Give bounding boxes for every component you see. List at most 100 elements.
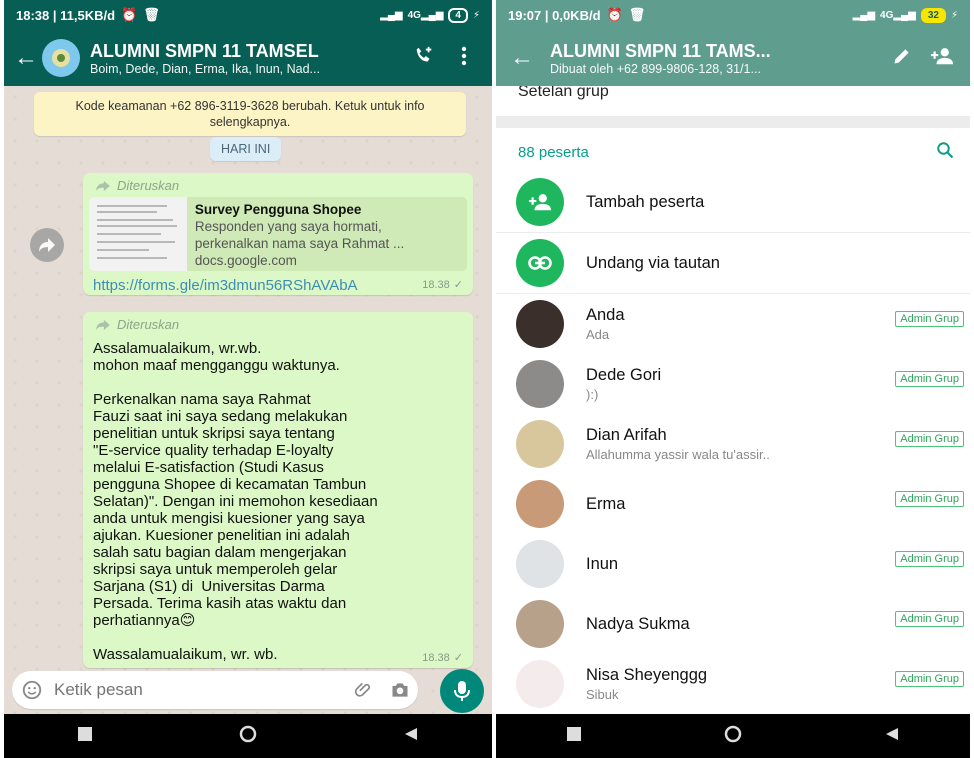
message-input[interactable]: [52, 679, 346, 701]
form-link[interactable]: https://forms.gle/im3dmun56RShAVAbA: [83, 271, 473, 294]
avatar: [516, 420, 564, 468]
admin-badge: Admin Grup: [895, 371, 964, 387]
group-info-screen: 19:07 | 0,0KB/d ⏰ 🗑 ▂▄▆ 4G▂▄▆ 32 ⚡ ← ALU…: [496, 0, 970, 758]
preview-description: Responden yang saya hormati,: [194, 219, 382, 234]
preview-description: perkenalkan nama saya Rahmat ...: [194, 236, 405, 251]
participants-header: 88 peserta: [496, 132, 970, 172]
participant-row[interactable]: Nadya Sukma Admin Grup: [496, 594, 970, 654]
share-icon[interactable]: [30, 228, 64, 262]
recents-button[interactable]: [567, 726, 582, 746]
status-bar: 18:38 | 11,5KB/d ⏰ 🗑 ▂▄▆ 4G▂▄▆ 4 ⚡: [4, 0, 492, 30]
lte-signal-icon: 4G▂▄▆: [880, 9, 916, 21]
status-time: 18:38 | 11,5KB/d: [16, 7, 116, 23]
trash-icon: 🗑: [628, 7, 646, 22]
message-bubble[interactable]: Diteruskan Survey Pengguna Shopee Respon…: [83, 173, 473, 295]
security-notice[interactable]: Kode keamanan +62 896-3119-3628 berubah.…: [34, 92, 466, 136]
participant-row[interactable]: Anda Ada Admin Grup: [496, 294, 970, 354]
group-avatar[interactable]: [42, 39, 80, 77]
group-info-header: ← ALUMNI SMPN 11 TAMS... Dibuat oleh +62…: [496, 30, 970, 86]
action-label: Tambah peserta: [586, 192, 705, 211]
participant-row[interactable]: Dian Arifah Allahumma yassir wala tu'assi…: [496, 414, 970, 474]
chat-area[interactable]: Kode keamanan +62 896-3119-3628 berubah.…: [4, 86, 492, 714]
attach-icon[interactable]: [346, 680, 382, 700]
more-options-icon[interactable]: [444, 46, 484, 71]
participant-row[interactable]: Nisa Sheyenggg Sibuk Admin Grup: [496, 654, 970, 714]
message-time: 18.38 ✓: [422, 278, 463, 292]
chat-screen: 18:38 | 11,5KB/d ⏰ 🗑 ▂▄▆ 4G▂▄▆ 4 ⚡ ← ALU…: [4, 0, 492, 758]
back-button[interactable]: [885, 727, 899, 746]
add-call-icon[interactable]: [404, 45, 444, 72]
sent-check-icon: ✓: [453, 652, 463, 664]
signal-icon: ▂▄▆: [380, 9, 403, 21]
signal-icon: ▂▄▆: [852, 9, 876, 21]
battery-icon: 32: [920, 7, 946, 23]
group-creator: Dibuat oleh +62 899-9806-128, 31/1...: [550, 61, 761, 76]
admin-badge: Admin Grup: [895, 611, 964, 627]
avatar: [516, 600, 564, 648]
admin-badge: Admin Grup: [895, 431, 964, 447]
forwarded-label: Diteruskan: [83, 312, 473, 332]
chat-header: ← ALUMNI SMPN 11 TAMSEL Boim, Dede, Dian…: [4, 30, 492, 86]
alarm-icon: ⏰: [606, 7, 623, 22]
mic-icon: [454, 681, 470, 701]
admin-badge: Admin Grup: [895, 671, 964, 687]
participants-list: Anda Ada Admin Grup Dede Gori):) Admin Grup D…: [496, 294, 970, 714]
chat-title-area[interactable]: ALUMNI SMPN 11 TAMSEL Boim, Dede, Dian, …: [90, 41, 404, 76]
home-button[interactable]: [724, 725, 742, 748]
participant-row[interactable]: Dede Gori):) Admin Grup: [496, 354, 970, 414]
avatar: [516, 300, 564, 348]
edit-icon[interactable]: [882, 46, 922, 71]
forward-icon: [96, 319, 110, 330]
group-name: ALUMNI SMPN 11 TAMS...: [550, 40, 771, 61]
system-nav-bar: [496, 714, 970, 758]
add-person-icon: [516, 178, 564, 226]
add-person-icon[interactable]: [922, 46, 962, 71]
participant-status: Allahumma yassir wala tu'assir..: [586, 447, 770, 462]
preview-title: Survey Pengguna Shopee: [194, 202, 362, 217]
participant-row[interactable]: Erma Admin Grup: [496, 474, 970, 534]
emoji-icon[interactable]: [12, 679, 52, 701]
group-name: ALUMNI SMPN 11 TAMSEL: [90, 40, 319, 61]
forward-icon: [96, 180, 110, 191]
home-button[interactable]: [239, 725, 257, 748]
back-button[interactable]: [404, 727, 418, 746]
link-icon: [516, 239, 564, 287]
camera-icon[interactable]: [382, 681, 418, 699]
avatar: [516, 540, 564, 588]
forwarded-label: Diteruskan: [83, 173, 473, 193]
message-time: 18.38 ✓: [422, 651, 463, 665]
mic-button[interactable]: [440, 669, 484, 713]
message-text: Assalamualaikum, wr.wb. mohon maaf mengg…: [93, 340, 378, 663]
message-input-pill: [12, 671, 418, 709]
preview-domain: docs.google.com: [194, 253, 297, 268]
avatar: [516, 480, 564, 528]
trash-icon: 🗑: [143, 7, 160, 22]
sent-check-icon: ✓: [453, 279, 463, 291]
back-arrow-icon[interactable]: ←: [12, 44, 40, 72]
charging-icon: ⚡: [472, 9, 480, 21]
charging-icon: ⚡: [950, 9, 958, 21]
date-divider: HARI INI: [210, 137, 282, 161]
link-preview[interactable]: Survey Pengguna Shopee Responden yang sa…: [89, 197, 467, 271]
lte-signal-icon: 4G▂▄▆: [407, 9, 444, 21]
group-settings-item[interactable]: Setelan grup: [496, 86, 970, 110]
back-arrow-icon[interactable]: ←: [508, 44, 536, 72]
participants-count: 88 peserta: [518, 143, 589, 161]
add-participant-button[interactable]: Tambah peserta: [496, 172, 970, 233]
participant-status: Sibuk: [586, 687, 619, 702]
search-icon[interactable]: [936, 141, 954, 164]
group-members: Boim, Dede, Dian, Erma, Ika, Inun, Nad..…: [90, 61, 320, 76]
participant-status: ):): [586, 387, 599, 402]
message-bubble[interactable]: Diteruskan Assalamualaikum, wr.wb. mohon…: [83, 312, 473, 668]
participant-row[interactable]: Inun Admin Grup: [496, 534, 970, 594]
admin-badge: Admin Grup: [895, 311, 964, 327]
action-label: Undang via tautan: [586, 253, 720, 272]
recents-button[interactable]: [77, 726, 92, 746]
system-nav-bar: [4, 714, 492, 758]
section-divider: [496, 116, 970, 128]
group-title-area: ALUMNI SMPN 11 TAMS... Dibuat oleh +62 8…: [550, 41, 882, 76]
battery-icon: 4: [448, 7, 468, 23]
group-info-content[interactable]: Setelan grup 88 peserta Tambah peserta U…: [496, 86, 970, 714]
invite-link-button[interactable]: Undang via tautan: [496, 233, 970, 294]
alarm-icon: ⏰: [121, 7, 138, 22]
